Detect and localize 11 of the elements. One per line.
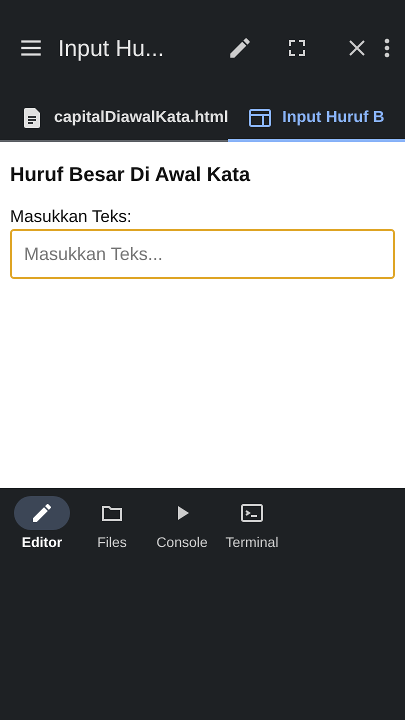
nav-item[interactable]: Terminal xyxy=(220,496,284,550)
field-label: Masukkan Teks: xyxy=(10,207,133,227)
app-title: Input Hu... xyxy=(58,34,166,62)
text-input-field[interactable]: Masukkan Teks... xyxy=(10,229,395,279)
more-button[interactable] xyxy=(383,36,391,60)
nav-item[interactable]: Console xyxy=(150,496,214,550)
page-heading: Huruf Besar Di Awal Kata xyxy=(10,164,252,187)
nav-item[interactable]: Files xyxy=(80,496,144,550)
file-tab[interactable]: capitalDiawalKata.html xyxy=(0,96,228,142)
terminal-icon xyxy=(240,501,264,525)
pencil-icon xyxy=(30,501,54,525)
